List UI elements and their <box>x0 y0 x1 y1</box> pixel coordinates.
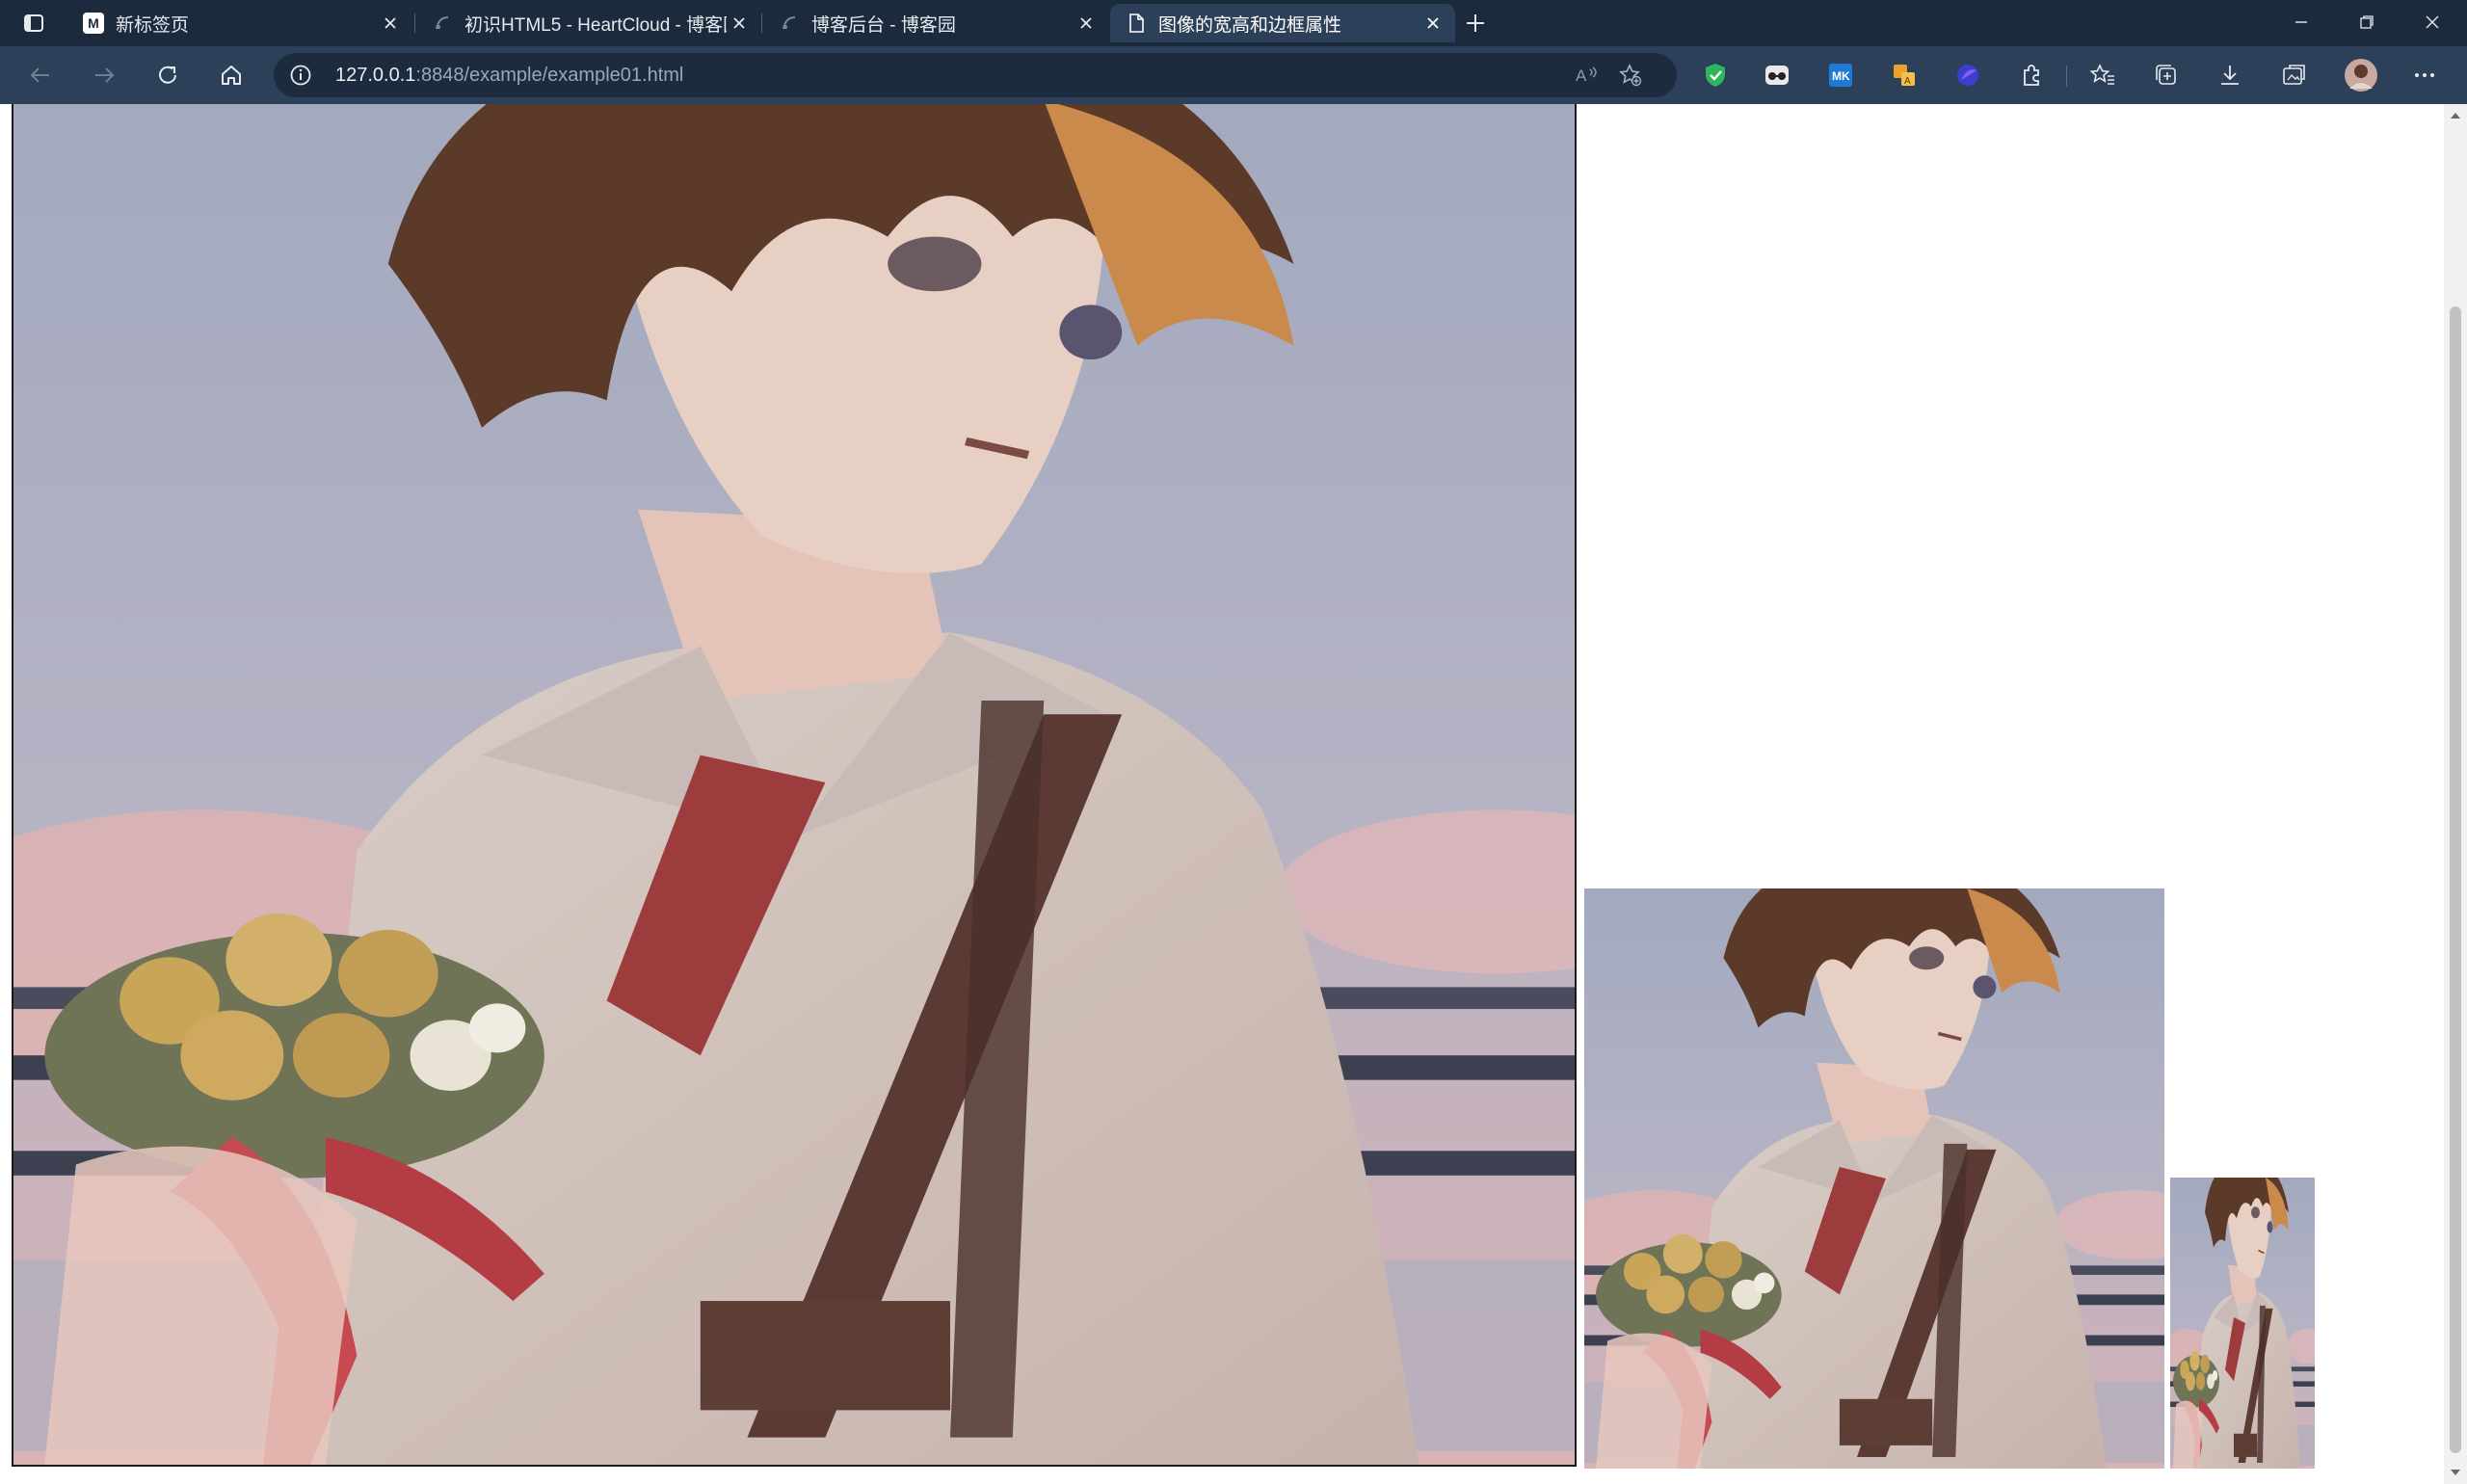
profile-avatar[interactable] <box>2344 58 2378 93</box>
tab-title: 初识HTML5 - HeartCloud - 博客园 <box>464 14 727 36</box>
tab-title: 新标签页 <box>116 14 190 36</box>
url-text[interactable]: 127.0.0.1:8848/example/example01.html <box>335 65 683 87</box>
page-viewport <box>0 104 2444 1484</box>
home-button[interactable] <box>212 56 251 94</box>
translate-extension-icon[interactable]: A <box>1889 60 1920 91</box>
close-icon <box>2426 15 2439 29</box>
glasses-extension-icon[interactable] <box>1762 60 1792 91</box>
tab-image-attributes[interactable]: 图像的宽高和边框属性 <box>1110 4 1455 42</box>
screenshot-icon[interactable] <box>2278 60 2309 91</box>
image-small <box>2170 1178 2315 1469</box>
anime-boy-photo <box>13 104 1575 1465</box>
back-button[interactable] <box>21 56 60 94</box>
tab-divider <box>414 13 415 33</box>
cnblogs-icon <box>432 13 453 34</box>
downloads-icon[interactable] <box>2215 60 2245 91</box>
read-aloud-icon[interactable]: A <box>1573 62 1600 89</box>
tab-new-tab[interactable]: M 新标签页 <box>67 4 412 42</box>
close-icon[interactable] <box>1074 11 1099 36</box>
cnblogs-icon <box>779 13 800 34</box>
minimize-button[interactable] <box>2268 0 2334 44</box>
toolbar-divider <box>2066 66 2067 87</box>
close-icon[interactable] <box>727 11 752 36</box>
forward-arrow-icon <box>95 67 115 83</box>
mk-extension-icon[interactable]: MK <box>1825 60 1856 91</box>
orb-extension-icon[interactable] <box>1952 60 1983 91</box>
url-path: :8848/example/example01.html <box>415 65 684 86</box>
reload-icon <box>159 66 176 84</box>
tab-actions-menu[interactable] <box>17 10 50 37</box>
favorites-icon[interactable] <box>2087 60 2118 91</box>
reload-button[interactable] <box>148 56 187 94</box>
url-host: 127.0.0.1 <box>335 65 416 86</box>
shield-extension-icon[interactable] <box>1700 60 1731 91</box>
restore-icon <box>2360 15 2374 29</box>
close-window-button[interactable] <box>2400 0 2465 44</box>
scroll-up-arrow-icon[interactable] <box>2444 104 2467 127</box>
scroll-down-arrow-icon[interactable] <box>2444 1461 2467 1484</box>
page-icon <box>1126 13 1147 34</box>
scrollbar-thumb[interactable] <box>2450 306 2461 1453</box>
restore-button[interactable] <box>2334 0 2400 44</box>
tab-actions-icon <box>24 14 43 32</box>
image-medium <box>1584 888 2164 1469</box>
new-tab-button[interactable] <box>1459 8 1492 39</box>
tab-heartcloud[interactable]: 初识HTML5 - HeartCloud - 博客园 <box>416 4 761 42</box>
forward-button[interactable] <box>85 56 123 94</box>
more-menu-icon[interactable] <box>2409 60 2440 91</box>
collections-icon[interactable] <box>2151 60 2182 91</box>
m-icon: M <box>83 13 104 34</box>
tab-divider <box>761 13 762 33</box>
home-icon <box>222 66 241 85</box>
back-arrow-icon <box>30 67 49 83</box>
minimize-icon <box>2295 21 2307 23</box>
extensions-icon[interactable] <box>2016 60 2047 91</box>
anime-boy-photo <box>2170 1178 2315 1469</box>
address-bar[interactable]: 127.0.0.1:8848/example/example01.html A <box>274 53 1677 97</box>
tab-title: 图像的宽高和边框属性 <box>1158 14 1342 36</box>
svg-text:A: A <box>1576 66 1587 85</box>
site-info-icon[interactable] <box>287 62 314 89</box>
plus-icon <box>1467 14 1484 32</box>
image-large-bordered <box>12 104 1577 1467</box>
tab-strip: M 新标签页 初识HTML5 - HeartCloud - 博客园 博客后台 -… <box>0 0 2467 46</box>
vertical-scrollbar[interactable] <box>2444 104 2467 1484</box>
close-icon[interactable] <box>378 11 403 36</box>
close-icon[interactable] <box>1420 11 1446 36</box>
tab-blog-admin[interactable]: 博客后台 - 博客园 <box>763 4 1108 42</box>
tab-title: 博客后台 - 博客园 <box>811 14 956 36</box>
svg-text:A: A <box>1904 76 1911 87</box>
favorite-add-icon[interactable] <box>1617 62 1644 89</box>
browser-toolbar: 127.0.0.1:8848/example/example01.html A … <box>0 46 2467 104</box>
svg-text:MK: MK <box>1832 69 1850 83</box>
anime-boy-photo <box>1584 888 2164 1469</box>
